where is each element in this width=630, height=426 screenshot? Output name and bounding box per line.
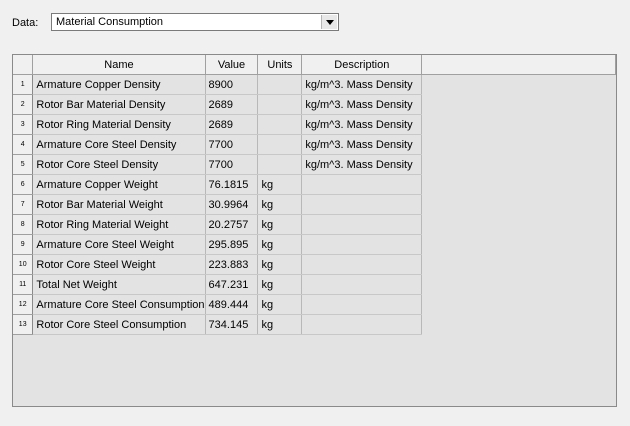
row-number[interactable]: 4 (13, 134, 34, 155)
row-number[interactable]: 6 (13, 174, 34, 195)
data-dropdown[interactable]: Material Consumption (51, 13, 339, 31)
cell-name[interactable]: Armature Copper Density (32, 74, 206, 95)
table-row[interactable]: 2 Rotor Bar Material Density 2689 kg/m^3. M… (13, 94, 616, 115)
cell-value[interactable]: 647.231 (205, 274, 259, 295)
row-number[interactable]: 2 (13, 94, 34, 115)
cell-name[interactable]: Armature Core Steel Density (32, 134, 206, 155)
row-number[interactable]: 5 (13, 154, 34, 175)
data-table: Name Value Units Description 1 Armature C… (13, 55, 616, 335)
cell-name[interactable]: Rotor Ring Material Density (32, 114, 206, 135)
chevron-down-icon (325, 19, 334, 25)
cell-value[interactable]: 223.883 (205, 254, 259, 275)
cell-value[interactable]: 8900 (205, 74, 259, 95)
cell-value[interactable]: 20.2757 (205, 214, 259, 235)
cell-description[interactable]: kg/m^3. Mass Density (301, 114, 423, 135)
cell-units[interactable] (257, 154, 303, 175)
cell-units[interactable]: kg (257, 274, 303, 295)
cell-description[interactable] (301, 194, 423, 215)
cell-name[interactable]: Armature Copper Weight (32, 174, 206, 195)
row-number[interactable]: 9 (13, 234, 34, 255)
cell-description[interactable] (301, 234, 423, 255)
header-row: Name Value Units Description (13, 55, 616, 75)
cell-description[interactable] (301, 214, 423, 235)
table-row[interactable]: 4 Armature Core Steel Density 7700 kg/m^3. … (13, 134, 616, 155)
cell-description[interactable] (301, 254, 423, 275)
cell-units[interactable]: kg (257, 314, 303, 335)
cell-value[interactable]: 2689 (205, 94, 259, 115)
cell-value[interactable]: 2689 (205, 114, 259, 135)
cell-description[interactable]: kg/m^3. Mass Density (301, 134, 423, 155)
table-row[interactable]: 5 Rotor Core Steel Density 7700 kg/m^3. Mas… (13, 154, 616, 175)
row-number[interactable]: 13 (13, 314, 34, 335)
cell-name[interactable]: Rotor Core Steel Density (32, 154, 206, 175)
corner-header[interactable] (13, 55, 34, 75)
cell-units[interactable]: kg (257, 174, 303, 195)
column-header-description[interactable]: Description (301, 55, 423, 75)
cell-value[interactable]: 7700 (205, 134, 259, 155)
cell-units[interactable]: kg (257, 194, 303, 215)
table-row[interactable]: 13 Rotor Core Steel Consumption 734.145 kg (13, 314, 616, 335)
cell-name[interactable]: Rotor Ring Material Weight (32, 214, 206, 235)
cell-name[interactable]: Rotor Bar Material Density (32, 94, 206, 115)
table-row[interactable]: 6 Armature Copper Weight 76.1815 kg (13, 174, 616, 195)
cell-units[interactable]: kg (257, 234, 303, 255)
row-number[interactable]: 7 (13, 194, 34, 215)
cell-units[interactable]: kg (257, 294, 303, 315)
column-header-name[interactable]: Name (32, 55, 206, 75)
data-label: Data: (12, 17, 39, 29)
cell-value[interactable]: 295.895 (205, 234, 259, 255)
cell-description[interactable]: kg/m^3. Mass Density (301, 74, 423, 95)
cell-value[interactable]: 7700 (205, 154, 259, 175)
cell-description[interactable] (301, 274, 423, 295)
cell-units[interactable]: kg (257, 214, 303, 235)
cell-units[interactable]: kg (257, 254, 303, 275)
cell-name[interactable]: Rotor Bar Material Weight (32, 194, 206, 215)
cell-units[interactable] (257, 134, 303, 155)
cell-value[interactable]: 76.1815 (205, 174, 259, 195)
cell-name[interactable]: Armature Core Steel Consumption (32, 294, 206, 315)
table-row[interactable]: 10 Rotor Core Steel Weight 223.883 kg (13, 254, 616, 275)
row-number[interactable]: 1 (13, 74, 34, 95)
row-number[interactable]: 3 (13, 114, 34, 135)
cell-description[interactable] (301, 174, 423, 195)
cell-description[interactable]: kg/m^3. Mass Density (301, 94, 423, 115)
grid-body: 1 Armature Copper Density 8900 kg/m^3. Mass… (13, 74, 616, 335)
cell-description[interactable] (301, 314, 423, 335)
column-header-value[interactable]: Value (205, 55, 259, 75)
table-row[interactable]: 1 Armature Copper Density 8900 kg/m^3. Mass… (13, 74, 616, 95)
cell-description[interactable] (301, 294, 423, 315)
table-row[interactable]: 8 Rotor Ring Material Weight 20.2757 kg (13, 214, 616, 235)
cell-units[interactable] (257, 74, 303, 95)
dropdown-arrow-button[interactable] (321, 15, 337, 29)
cell-value[interactable]: 489.444 (205, 294, 259, 315)
data-grid[interactable]: Name Value Units Description 1 Armature C… (12, 54, 617, 407)
cell-value[interactable]: 734.145 (205, 314, 259, 335)
column-header-units[interactable]: Units (257, 55, 303, 75)
row-number[interactable]: 10 (13, 254, 34, 275)
row-number[interactable]: 12 (13, 294, 34, 315)
table-row[interactable]: 12 Armature Core Steel Consumption 489.444… (13, 294, 616, 315)
cell-name[interactable]: Rotor Core Steel Consumption (32, 314, 206, 335)
table-row[interactable]: 7 Rotor Bar Material Weight 30.9964 kg (13, 194, 616, 215)
table-row[interactable]: 3 Rotor Ring Material Density 2689 kg/m^3. … (13, 114, 616, 135)
cell-name[interactable]: Armature Core Steel Weight (32, 234, 206, 255)
table-row[interactable]: 11 Total Net Weight 647.231 kg (13, 274, 616, 295)
table-row[interactable]: 9 Armature Core Steel Weight 295.895 kg (13, 234, 616, 255)
data-dropdown-value: Material Consumption (56, 16, 163, 28)
cell-units[interactable] (257, 94, 303, 115)
column-header-empty (421, 55, 616, 75)
cell-description[interactable]: kg/m^3. Mass Density (301, 154, 423, 175)
row-number[interactable]: 11 (13, 274, 34, 295)
cell-units[interactable] (257, 114, 303, 135)
cell-name[interactable]: Rotor Core Steel Weight (32, 254, 206, 275)
row-number[interactable]: 8 (13, 214, 34, 235)
cell-value[interactable]: 30.9964 (205, 194, 259, 215)
cell-name[interactable]: Total Net Weight (32, 274, 206, 295)
